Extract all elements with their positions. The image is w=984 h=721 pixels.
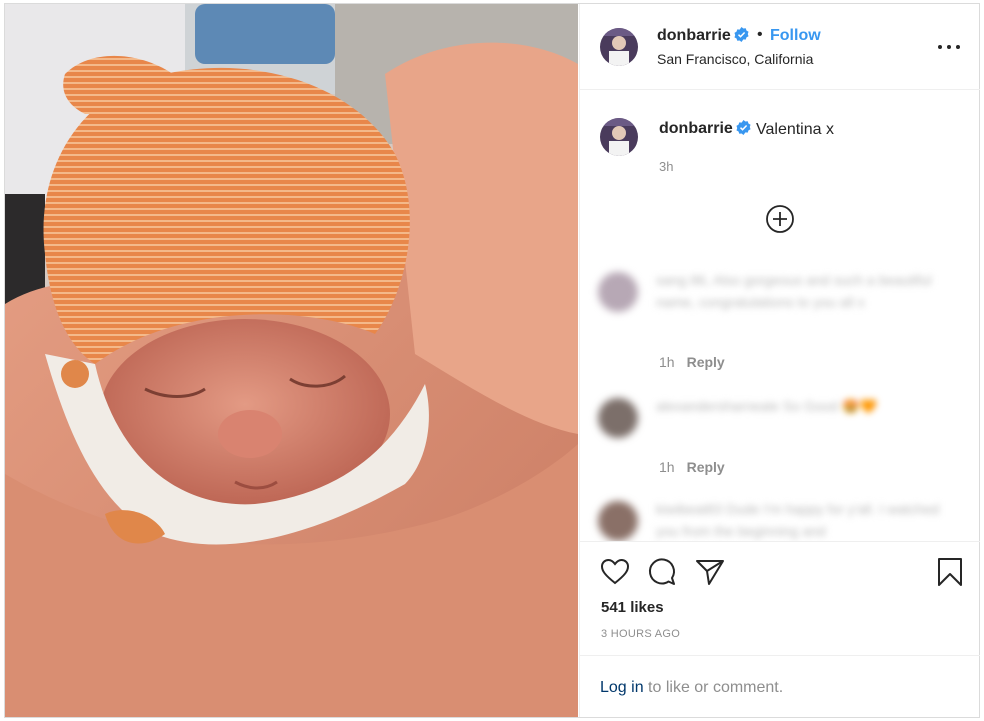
- author-username[interactable]: donbarrie: [657, 27, 749, 45]
- post-actions: 541 likes 3 HOURS AGO Log in to like or …: [580, 541, 980, 717]
- commenter-avatar[interactable]: [598, 501, 638, 541]
- share-icon[interactable]: [695, 557, 725, 587]
- login-link[interactable]: Log in: [600, 679, 644, 696]
- more-options-icon[interactable]: [938, 40, 962, 54]
- comment-meta: 1h Reply: [659, 459, 725, 475]
- bookmark-icon[interactable]: [935, 557, 965, 587]
- header-separator: •: [757, 26, 763, 43]
- author-avatar[interactable]: [600, 28, 638, 66]
- caption-text: Valentina x: [756, 121, 834, 138]
- verified-badge-icon: [734, 27, 749, 42]
- comment-meta: 1h Reply: [659, 354, 725, 370]
- caption-username-text[interactable]: donbarrie: [659, 120, 733, 137]
- caption-username[interactable]: donbarrie: [659, 120, 751, 138]
- author-username-text[interactable]: donbarrie: [657, 27, 731, 44]
- comment-icon[interactable]: [647, 557, 677, 587]
- comments-section[interactable]: donbarrie Valentina x 3h sang 86, Also g…: [580, 91, 980, 541]
- likes-count[interactable]: 541 likes: [601, 599, 664, 616]
- caption-author-avatar[interactable]: [600, 118, 638, 156]
- post-location[interactable]: San Francisco, California: [657, 51, 813, 67]
- add-circle-icon[interactable]: [765, 204, 795, 234]
- post-details-panel: donbarrie • Follow San Francisco, Califo…: [579, 4, 980, 717]
- comment-text: sang 86, Also gorgeous and such a beauti…: [656, 272, 932, 310]
- reply-button[interactable]: Reply: [687, 354, 725, 370]
- commenter-avatar[interactable]: [598, 272, 638, 312]
- heart-icon[interactable]: [600, 557, 630, 587]
- reply-button[interactable]: Reply: [687, 459, 725, 475]
- commenter-avatar[interactable]: [598, 398, 638, 438]
- follow-button[interactable]: Follow: [770, 27, 821, 45]
- newborn-photo-illustration: [5, 4, 578, 717]
- post-dialog: donbarrie • Follow San Francisco, Califo…: [4, 3, 980, 718]
- comment-time[interactable]: 1h: [659, 459, 675, 475]
- post-timestamp[interactable]: 3 HOURS AGO: [601, 628, 680, 640]
- comment-text: alexandersharneale So Good 🤩🧡: [656, 398, 877, 414]
- caption-timestamp[interactable]: 3h: [659, 159, 673, 174]
- login-prompt: Log in to like or comment.: [580, 655, 980, 718]
- post-header: donbarrie • Follow San Francisco, Califo…: [580, 4, 980, 90]
- comment-text: kiwibeat83 Dude I'm happy for y'all. I w…: [656, 501, 940, 539]
- verified-badge-icon: [736, 120, 751, 135]
- login-suffix: to like or comment.: [643, 679, 784, 696]
- comment-time[interactable]: 1h: [659, 354, 675, 370]
- login-prompt-text: Log in to like or comment.: [600, 679, 783, 697]
- post-photo[interactable]: [5, 4, 578, 717]
